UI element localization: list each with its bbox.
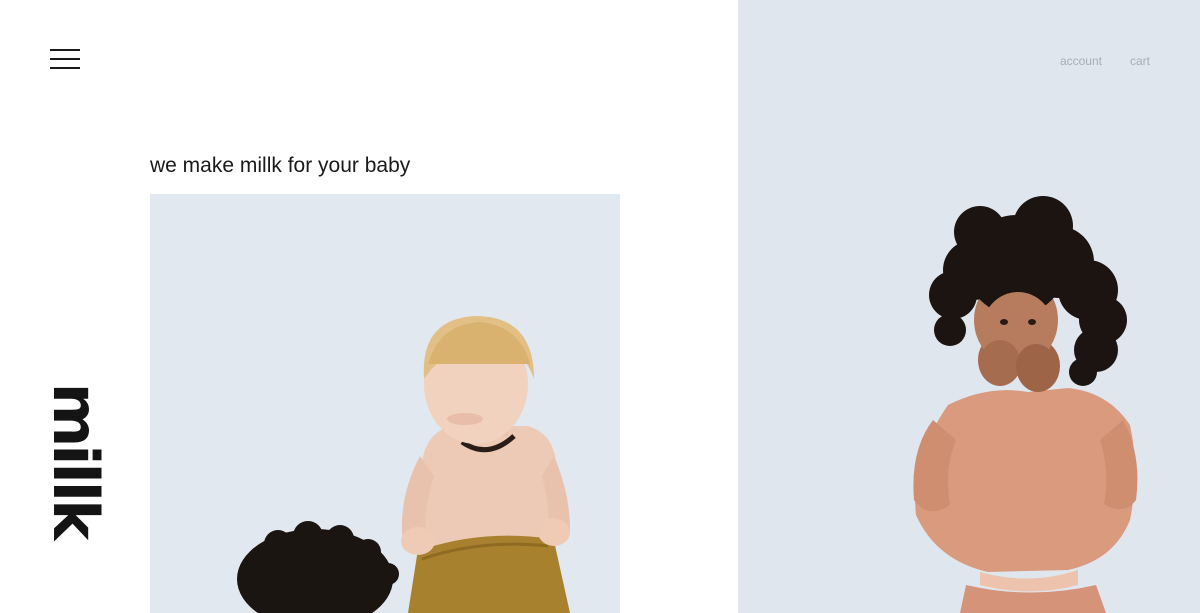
menu-line [50, 67, 80, 69]
menu-line [50, 49, 80, 51]
hamburger-menu-icon[interactable] [48, 47, 82, 73]
hero-photo-toddlers [150, 194, 620, 613]
child-peach-outfit-photo [738, 0, 1200, 613]
right-panel-photo: account cart [738, 0, 1200, 613]
brand-logo[interactable]: millk [39, 383, 112, 538]
hero-tagline: we make millk for your baby [150, 154, 411, 177]
left-panel: millk we make millk for your baby [0, 0, 738, 613]
top-nav: account cart [1060, 54, 1150, 68]
account-link[interactable]: account [1060, 54, 1102, 68]
menu-line [50, 58, 80, 60]
cart-link[interactable]: cart [1130, 54, 1150, 68]
